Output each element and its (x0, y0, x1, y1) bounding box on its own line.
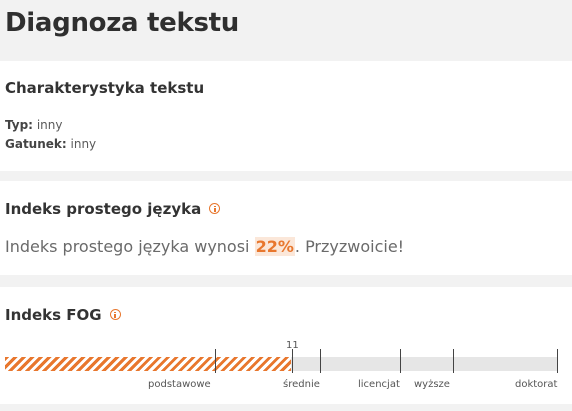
fog-index-title: Indeks FOG (5, 306, 121, 324)
fog-level-label-srednie: średnie (283, 379, 320, 390)
fog-scale-track (5, 357, 558, 371)
text-type-value: inny (36, 118, 63, 132)
fog-scale-fill (5, 357, 291, 371)
fog-level-divider (215, 349, 216, 373)
info-icon[interactable] (109, 309, 121, 320)
text-genre-key: Gatunek: (5, 137, 67, 151)
text-characteristics-card: Charakterystyka tekstu Typ: inny Gatunek… (0, 61, 572, 171)
plain-language-title: Indeks prostego języka (5, 200, 221, 218)
fog-level-label-wyzsze: wyższe (414, 379, 450, 390)
plain-language-card: Indeks prostego języka Indeks prostego j… (0, 181, 572, 275)
plain-language-sentence-prefix: Indeks prostego języka wynosi (5, 237, 255, 256)
text-genre-value: inny (70, 137, 97, 151)
page-title: Diagnoza tekstu (5, 8, 240, 38)
fog-level-divider (400, 349, 401, 373)
plain-language-title-text: Indeks prostego języka (5, 200, 202, 218)
fog-index-title-text: Indeks FOG (5, 306, 102, 324)
plain-language-sentence-suffix: . Przyzwoicie! (294, 237, 405, 256)
fog-level-divider (557, 349, 558, 373)
fog-level-divider (320, 349, 321, 373)
info-icon[interactable] (209, 203, 221, 214)
text-type-line: Typ: inny (5, 118, 62, 132)
fog-value-marker (292, 349, 293, 373)
fog-level-label-podstawowe: podstawowe (148, 379, 211, 390)
fog-level-label-doktorat: doktorat (515, 379, 558, 390)
fog-index-card: Indeks FOG 11 podstawowe średnie licencj… (0, 287, 572, 404)
fog-level-divider (453, 349, 454, 373)
text-characteristics-title: Charakterystyka tekstu (5, 79, 205, 97)
plain-language-sentence: Indeks prostego języka wynosi 22%. Przyz… (5, 237, 404, 256)
text-genre-line: Gatunek: inny (5, 137, 96, 151)
plain-language-value: 22% (254, 237, 295, 256)
fog-level-label-licencjat: licencjat (358, 379, 400, 390)
text-type-key: Typ: (5, 118, 33, 132)
